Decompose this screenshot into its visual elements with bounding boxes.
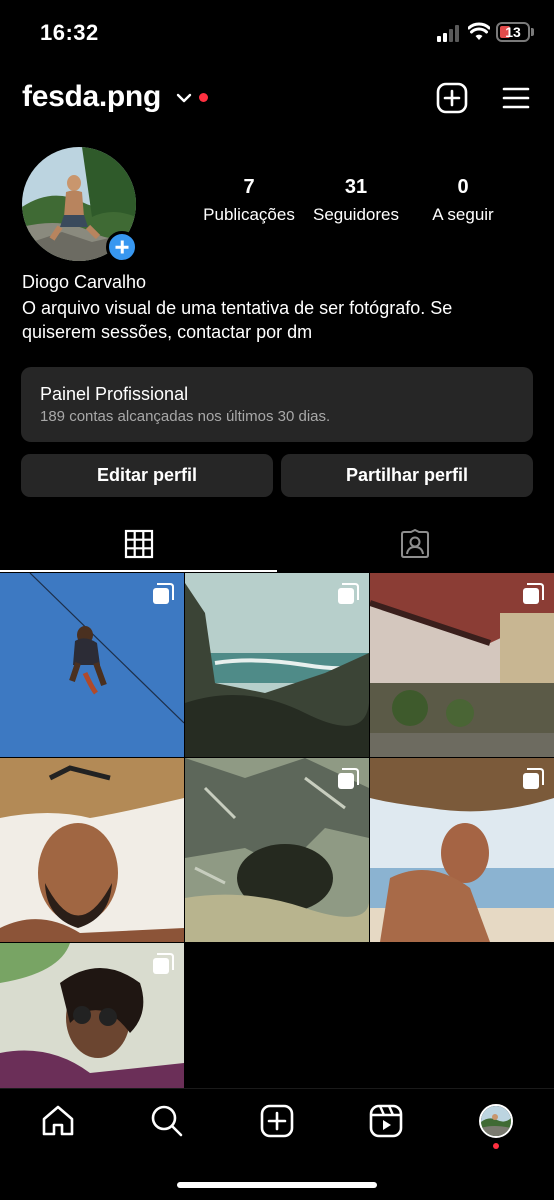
profile-name: Diogo Carvalho <box>22 272 147 292</box>
wifi-icon <box>468 22 490 40</box>
dashboard-subtitle: 189 contas alcançadas nos últimos 30 dia… <box>40 408 331 425</box>
profile-bio: O arquivo visual de uma tentativa de ser… <box>22 298 453 342</box>
multi-image-icon <box>523 583 544 604</box>
post-thumbnail[interactable] <box>370 758 554 942</box>
tab-posts-grid[interactable] <box>0 520 277 572</box>
menu-icon[interactable] <box>502 86 530 110</box>
share-profile-button[interactable]: Partilhar perfil <box>281 454 533 497</box>
professional-dashboard[interactable]: Painel Profissional 189 contas alcançada… <box>21 367 533 442</box>
multi-image-icon <box>338 583 359 604</box>
account-username[interactable]: fesda.png <box>22 80 161 114</box>
tab-tagged[interactable] <box>277 520 554 572</box>
profile-avatar[interactable] <box>479 1104 513 1138</box>
post-thumbnail[interactable] <box>0 758 184 942</box>
notification-dot <box>493 1143 499 1149</box>
dashboard-title: Painel Profissional <box>40 384 189 404</box>
grid-icon <box>124 529 154 559</box>
stat-following-label: A seguir <box>432 205 494 224</box>
notification-dot <box>199 93 208 102</box>
stat-followers-label: Seguidores <box>312 205 399 224</box>
battery-icon: 13 <box>496 22 530 42</box>
post-thumbnail[interactable] <box>0 573 184 757</box>
post-thumbnail[interactable] <box>0 943 184 1088</box>
post-image <box>0 758 184 942</box>
stat-posts-value: 7 <box>243 176 255 198</box>
add-story-button[interactable] <box>106 231 138 263</box>
battery-level: 13 <box>505 24 521 40</box>
stat-posts-label: Publicações <box>203 205 295 224</box>
stat-following-value: 0 <box>457 176 469 198</box>
multi-image-icon <box>338 768 359 789</box>
multi-image-icon <box>153 583 174 604</box>
stat-posts[interactable]: 7 Publicações <box>200 176 298 225</box>
home-indicator <box>177 1182 377 1188</box>
multi-image-icon <box>523 768 544 789</box>
home-icon[interactable] <box>41 1104 75 1138</box>
post-thumbnail[interactable] <box>185 573 369 757</box>
stat-followers[interactable]: 31 Seguidores <box>307 176 405 225</box>
edit-profile-button[interactable]: Editar perfil <box>21 454 273 497</box>
nav-avatar-photo <box>481 1106 511 1136</box>
stat-followers-value: 31 <box>344 176 368 198</box>
status-time: 16:32 <box>40 20 99 45</box>
multi-image-icon <box>153 953 174 974</box>
create-icon[interactable] <box>260 1104 294 1138</box>
create-post-icon[interactable] <box>436 82 468 114</box>
battery-tip <box>531 28 534 36</box>
search-icon[interactable] <box>150 1104 184 1138</box>
signal-icon <box>437 24 463 42</box>
active-tab-indicator <box>0 570 277 572</box>
post-thumbnail[interactable] <box>185 758 369 942</box>
stat-following[interactable]: 0 A seguir <box>418 176 508 225</box>
reels-icon[interactable] <box>369 1104 403 1138</box>
tagged-icon <box>401 529 429 558</box>
chevron-down-icon[interactable] <box>176 90 192 106</box>
status-bar: 16:32 13 <box>0 0 554 66</box>
post-thumbnail[interactable] <box>370 573 554 757</box>
